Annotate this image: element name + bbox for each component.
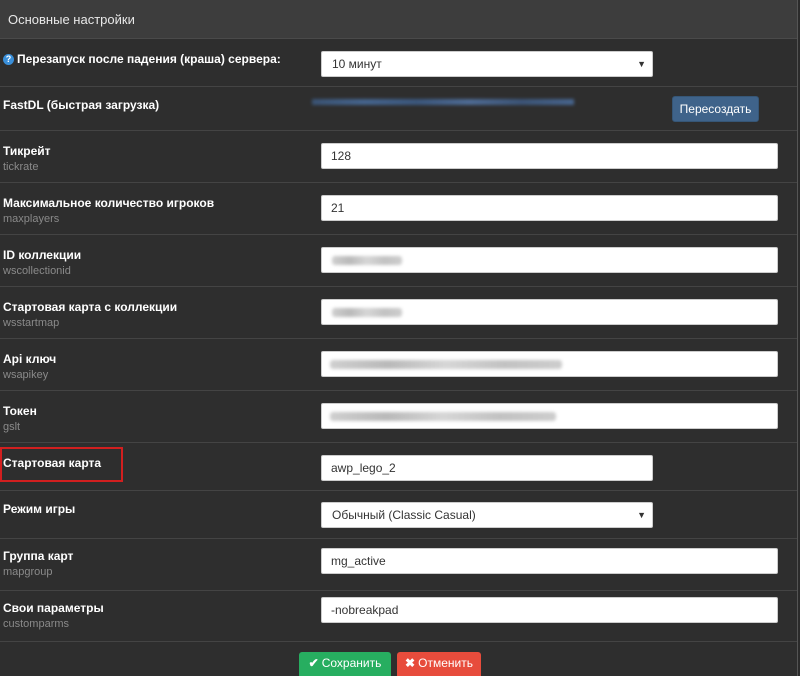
row-tickrate: Тикрейт tickrate 128 <box>0 131 797 183</box>
mapgroup-input[interactable]: mg_active <box>321 548 778 574</box>
gamemode-select[interactable]: Обычный (Classic Casual) ▼ <box>321 502 653 528</box>
maxplayers-label: Максимальное количество игроков <box>3 196 215 210</box>
collection-sublabel: wscollectionid <box>3 265 71 277</box>
highlight-box <box>0 447 123 482</box>
row-maxplayers: Максимальное количество игроков maxplaye… <box>0 183 797 235</box>
row-fastdl: FastDL (быстрая загрузка) Пересоздать <box>0 87 797 131</box>
collection-label: ID коллекции <box>3 248 82 262</box>
save-button[interactable]: ✔ Сохранить <box>299 652 391 676</box>
gamemode-label: Режим игры <box>3 502 76 516</box>
maxplayers-sublabel: maxplayers <box>3 213 60 225</box>
fastdl-url-redacted <box>312 99 574 105</box>
mapgroup-sublabel: mapgroup <box>3 566 53 578</box>
collection-input[interactable] <box>321 247 778 273</box>
redacted-value <box>332 308 402 317</box>
row-collection: ID коллекции wscollectionid <box>0 235 797 287</box>
customparms-sublabel: customparms <box>3 618 70 630</box>
recreate-button[interactable]: Пересоздать <box>672 96 759 122</box>
row-gamemode: Режим игры Обычный (Classic Casual) ▼ <box>0 491 797 539</box>
restart-select[interactable]: 10 минут ▼ <box>321 51 653 77</box>
settings-panel: Основные настройки ? Перезапуск после пад… <box>0 0 798 676</box>
customparms-input[interactable]: -nobreakpad <box>321 597 778 623</box>
maxplayers-input[interactable]: 21 <box>321 195 778 221</box>
startmap-ws-label: Стартовая карта с коллекции <box>3 300 178 314</box>
redacted-value <box>332 256 402 265</box>
row-restart: ? Перезапуск после падения (краша) сервер… <box>0 39 797 87</box>
apikey-label: Api ключ <box>3 352 57 366</box>
caret-down-icon: ▼ <box>637 59 646 69</box>
apikey-input[interactable] <box>321 351 778 377</box>
restart-label: ? Перезапуск после падения (краша) сервер… <box>3 52 281 66</box>
token-label: Токен <box>3 404 37 418</box>
row-apikey: Api ключ wsapikey <box>0 339 797 391</box>
tickrate-sublabel: tickrate <box>3 161 39 173</box>
row-token: Токен gslt <box>0 391 797 443</box>
panel-title: Основные настройки <box>0 0 797 39</box>
question-circle-icon[interactable]: ? <box>3 54 14 65</box>
row-startmap-ws: Стартовая карта с коллекции wsstartmap <box>0 287 797 339</box>
fastdl-label: FastDL (быстрая загрузка) <box>3 98 160 112</box>
startmap-input[interactable]: awp_lego_2 <box>321 455 653 481</box>
row-mapgroup: Группа карт mapgroup mg_active <box>0 539 797 591</box>
tickrate-input[interactable]: 128 <box>321 143 778 169</box>
redacted-value <box>330 360 562 369</box>
row-customparms: Свои параметры customparms -nobreakpad <box>0 591 797 642</box>
customparms-label: Свои параметры <box>3 601 104 615</box>
redacted-value <box>330 412 556 421</box>
startmap-ws-input[interactable] <box>321 299 778 325</box>
times-icon: ✖ <box>405 656 416 670</box>
token-sublabel: gslt <box>3 421 21 433</box>
mapgroup-label: Группа карт <box>3 549 74 563</box>
caret-down-icon: ▼ <box>637 510 646 520</box>
tickrate-label: Тикрейт <box>3 144 51 158</box>
apikey-sublabel: wsapikey <box>3 369 49 381</box>
startmap-ws-sublabel: wsstartmap <box>3 317 60 329</box>
cancel-button[interactable]: ✖ Отменить <box>397 652 481 676</box>
check-icon: ✔ <box>308 656 319 670</box>
token-input[interactable] <box>321 403 778 429</box>
